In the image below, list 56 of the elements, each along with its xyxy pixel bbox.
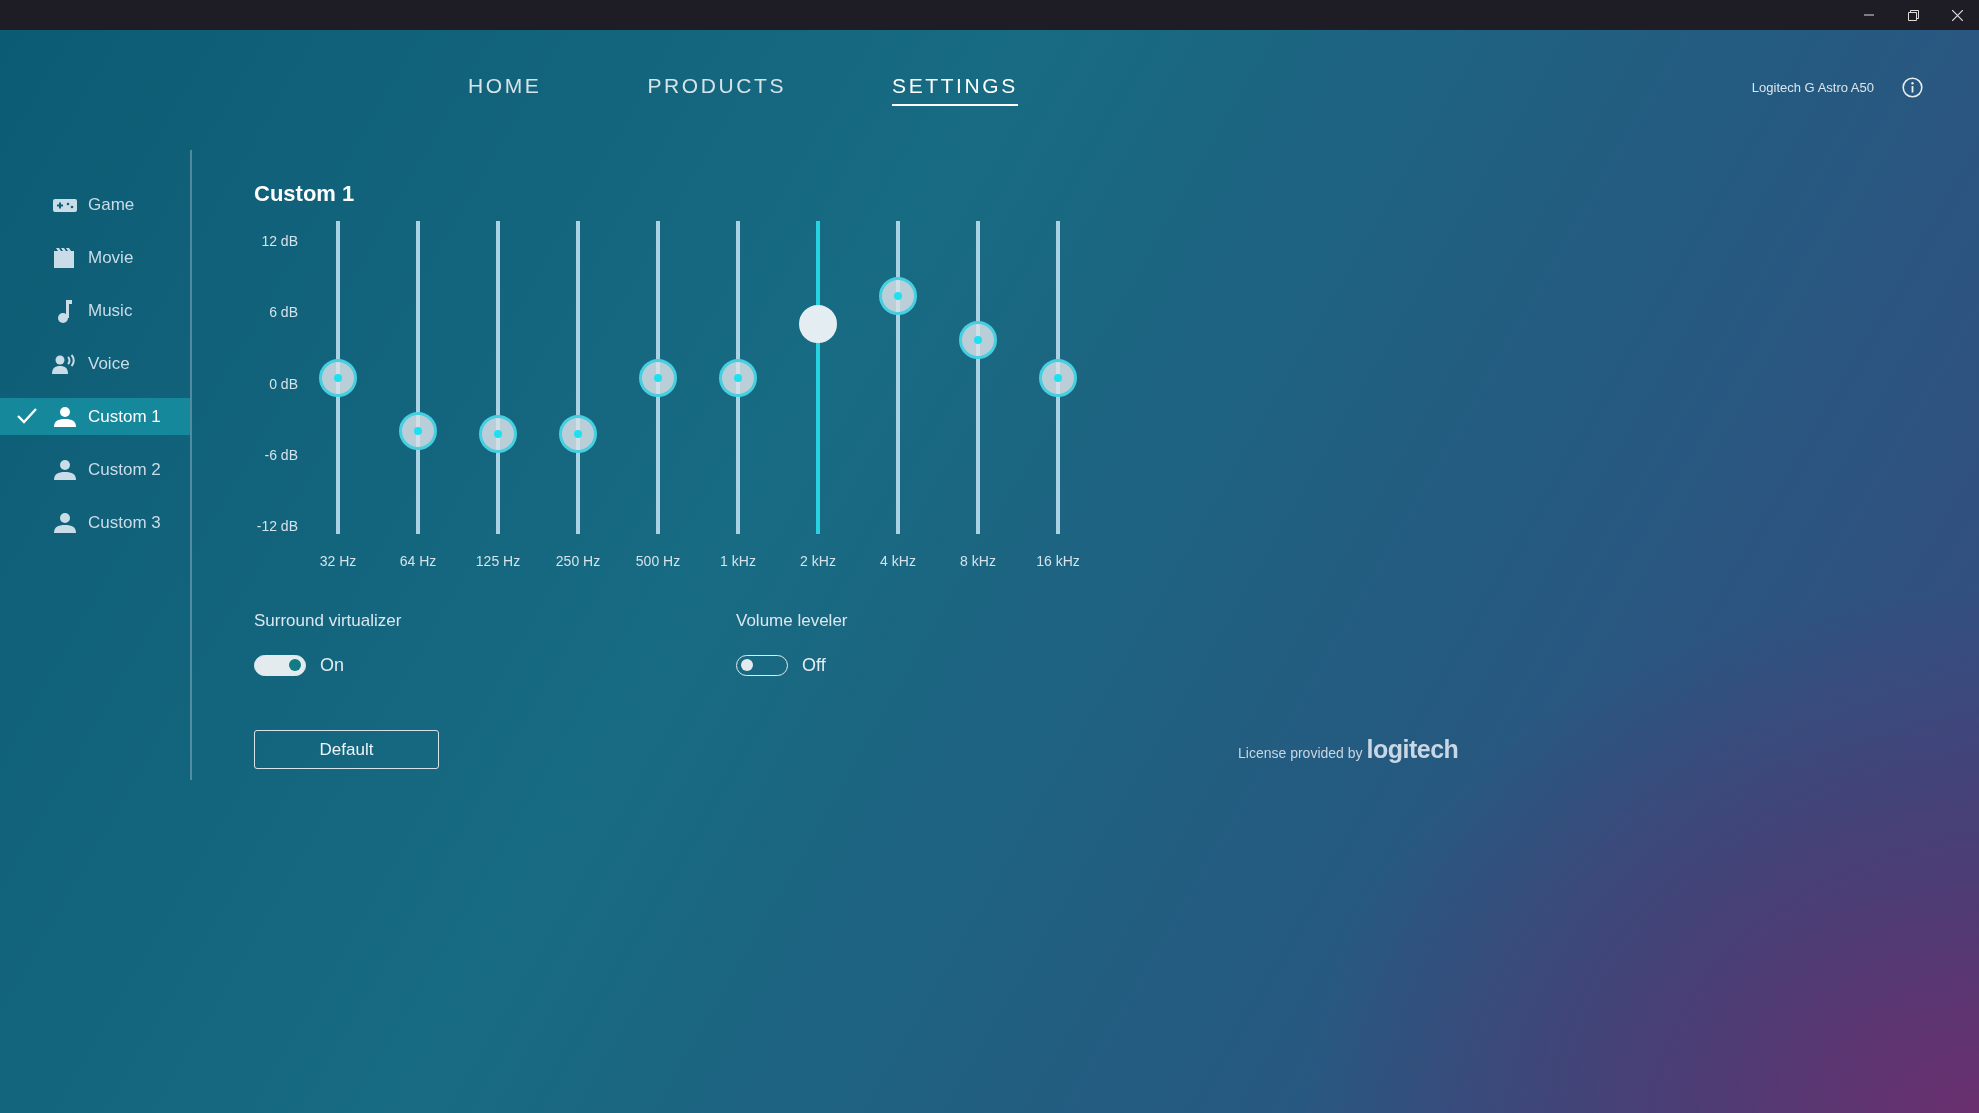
license-text: License provided by bbox=[1238, 745, 1363, 761]
db-scale-label: 0 dB bbox=[269, 375, 298, 392]
db-scale-label: 6 dB bbox=[269, 304, 298, 321]
person-icon bbox=[54, 512, 76, 533]
nav-tab[interactable]: PRODUCTS bbox=[647, 74, 787, 106]
eq-slider-thumb[interactable] bbox=[559, 414, 597, 453]
person-icon bbox=[54, 406, 76, 427]
sidebar-item[interactable]: Movie bbox=[0, 239, 190, 276]
toggle-state-text: On bbox=[320, 655, 344, 676]
sidebar-item[interactable]: Game bbox=[0, 186, 190, 223]
eq-slider-thumb[interactable] bbox=[319, 358, 357, 397]
option-label: Surround virtualizer bbox=[254, 611, 403, 631]
sidebar-item[interactable]: Custom 2 bbox=[0, 451, 190, 488]
eq-slider-thumb[interactable] bbox=[719, 358, 757, 397]
frequency-label: 8 kHz bbox=[960, 553, 996, 569]
option-label: Volume leveler bbox=[736, 611, 849, 631]
gamepad-icon bbox=[53, 196, 77, 213]
frequency-label: 64 Hz bbox=[399, 553, 437, 569]
music-note-icon bbox=[57, 298, 73, 323]
db-scale-label: -12 dB bbox=[256, 518, 298, 534]
nav-tab[interactable]: HOME bbox=[468, 74, 542, 106]
clapperboard-icon bbox=[54, 247, 76, 268]
toggle-switch[interactable] bbox=[254, 655, 306, 676]
eq-slider-thumb[interactable] bbox=[399, 411, 437, 450]
person-icon bbox=[54, 459, 76, 480]
close-icon bbox=[1951, 9, 1963, 21]
eq-slider-thumb[interactable] bbox=[639, 358, 677, 397]
db-scale-label: 12 dB bbox=[261, 233, 298, 249]
frequency-label: 125 Hz bbox=[475, 553, 521, 569]
brand-logo: logitech bbox=[1366, 735, 1459, 764]
sidebar-item[interactable]: Custom 1 bbox=[0, 398, 190, 435]
frequency-label: 4 kHz bbox=[880, 553, 916, 569]
frequency-label: 32 Hz bbox=[319, 553, 357, 569]
restore-icon bbox=[1907, 9, 1919, 21]
db-scale-label: -6 dB bbox=[264, 446, 298, 463]
toggle-state-text: Off bbox=[802, 655, 826, 676]
frequency-label: 500 Hz bbox=[635, 553, 681, 569]
eq-slider-thumb[interactable] bbox=[479, 414, 517, 453]
speaking-person-icon bbox=[52, 353, 78, 374]
minimize-icon bbox=[1864, 14, 1874, 16]
frequency-label: 1 kHz bbox=[720, 553, 756, 569]
eq-slider-thumb[interactable] bbox=[1039, 358, 1077, 397]
frequency-label: 16 kHz bbox=[1036, 553, 1080, 569]
frequency-label: 250 Hz bbox=[555, 553, 601, 569]
sidebar-item[interactable]: Music bbox=[0, 292, 190, 329]
sidebar-item[interactable]: Voice bbox=[0, 345, 190, 382]
sidebar-item[interactable]: Custom 3 bbox=[0, 504, 190, 541]
device-name: Logitech G Astro A50 bbox=[1751, 80, 1874, 95]
preset-title: Custom 1 bbox=[254, 181, 356, 207]
eq-slider-thumb[interactable] bbox=[879, 277, 917, 316]
frequency-label: 2 kHz bbox=[800, 553, 836, 569]
nav-tab[interactable]: SETTINGS bbox=[892, 74, 1018, 106]
default-button[interactable]: Default bbox=[254, 730, 439, 769]
checkmark-icon bbox=[17, 408, 37, 424]
info-icon[interactable] bbox=[1902, 77, 1923, 98]
eq-slider-thumb[interactable] bbox=[959, 320, 997, 359]
